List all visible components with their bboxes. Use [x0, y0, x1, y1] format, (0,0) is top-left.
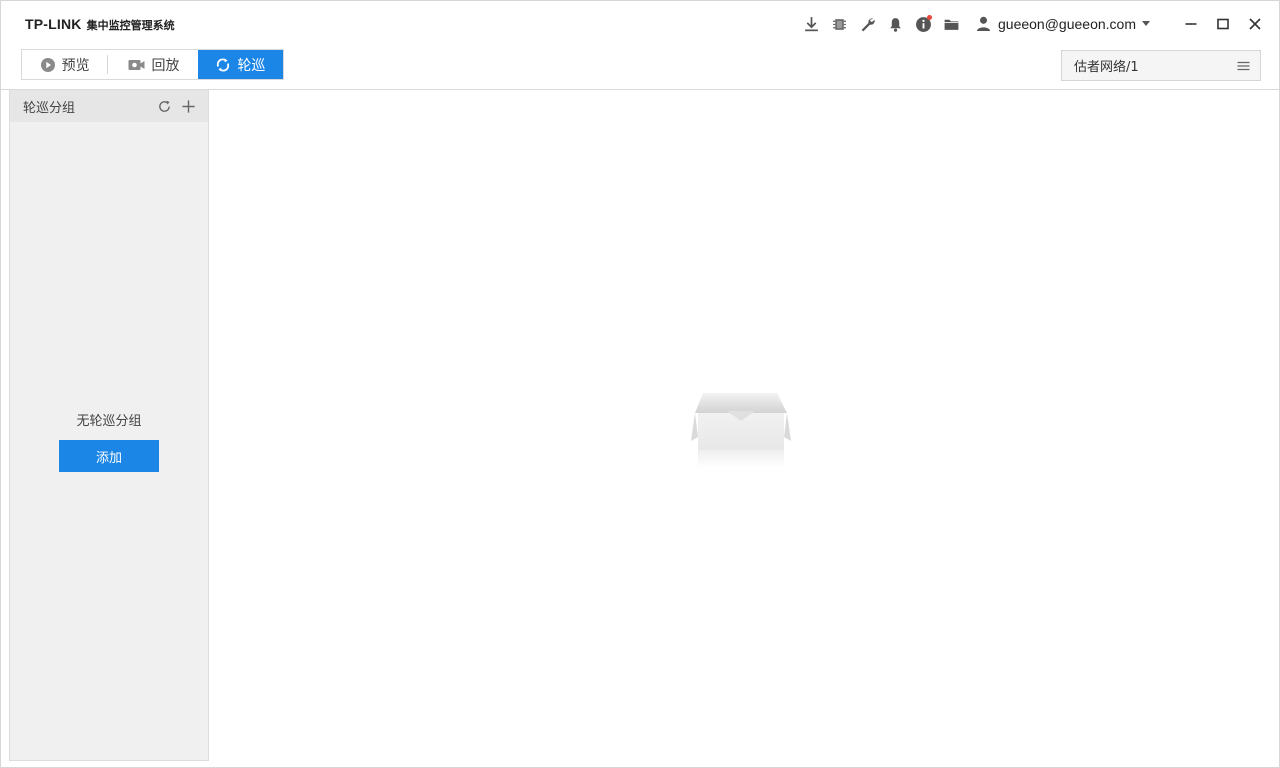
brand: TP-LINK 集中监控管理系统: [25, 16, 175, 33]
refresh-icon: [158, 100, 170, 112]
camera-icon: [128, 59, 144, 70]
wrench-icon[interactable]: [857, 14, 877, 34]
title-bar: TP-LINK 集中监控管理系统 gueeon@gueeon.com: [1, 1, 1279, 47]
tab-preview[interactable]: 预览: [22, 50, 107, 79]
maximize-button[interactable]: [1213, 14, 1233, 34]
chevron-down-icon: [1141, 21, 1150, 26]
minimize-icon: [1185, 23, 1197, 25]
add-button[interactable]: 添加: [59, 440, 159, 472]
add-group-button[interactable]: [180, 98, 196, 114]
empty-box-icon: [691, 393, 791, 468]
sidebar-title: 轮巡分组: [23, 100, 76, 116]
notification-badge: [927, 15, 932, 20]
chip-icon[interactable]: [829, 14, 849, 34]
toolbar-icons: [801, 14, 969, 34]
tab-patrol-label: 轮巡: [237, 57, 266, 74]
refresh-button[interactable]: [156, 98, 172, 114]
close-button[interactable]: [1245, 14, 1265, 34]
close-icon: [1249, 18, 1261, 30]
app-title: 集中监控管理系统: [86, 19, 175, 32]
refresh-cycle-icon: [217, 57, 230, 72]
folder-icon[interactable]: [941, 14, 961, 34]
tab-playback-label: 回放: [151, 57, 180, 74]
network-select[interactable]: 估者网络/1: [1061, 50, 1261, 81]
user-email: gueeon@gueeon.com: [998, 15, 1136, 32]
user-icon: [976, 16, 991, 31]
play-icon: [40, 57, 55, 72]
patrol-group-sidebar: 轮巡分组 无轮巡分组 添加: [9, 90, 209, 761]
info-icon[interactable]: [913, 14, 933, 34]
tab-preview-label: 预览: [61, 57, 90, 74]
minimize-button[interactable]: [1181, 14, 1201, 34]
mode-tabs: 预览 回放 轮巡: [21, 49, 284, 80]
app-window: TP-LINK 集中监控管理系统 gueeon@gueeon.com 预览 回放…: [0, 0, 1280, 768]
tab-patrol[interactable]: 轮巡: [197, 50, 283, 79]
sidebar-header: 轮巡分组: [10, 90, 208, 122]
download-icon[interactable]: [801, 14, 821, 34]
menu-icon: [1237, 61, 1250, 71]
user-menu[interactable]: gueeon@gueeon.com: [975, 15, 1150, 32]
network-select-value: 估者网络/1: [1074, 60, 1139, 75]
empty-group-text: 无轮巡分组: [76, 414, 142, 429]
brand-logo: TP-LINK: [25, 16, 82, 32]
plus-icon: [181, 99, 195, 113]
maximize-icon: [1217, 18, 1229, 30]
bell-icon[interactable]: [885, 14, 905, 34]
tab-playback[interactable]: 回放: [108, 50, 197, 79]
